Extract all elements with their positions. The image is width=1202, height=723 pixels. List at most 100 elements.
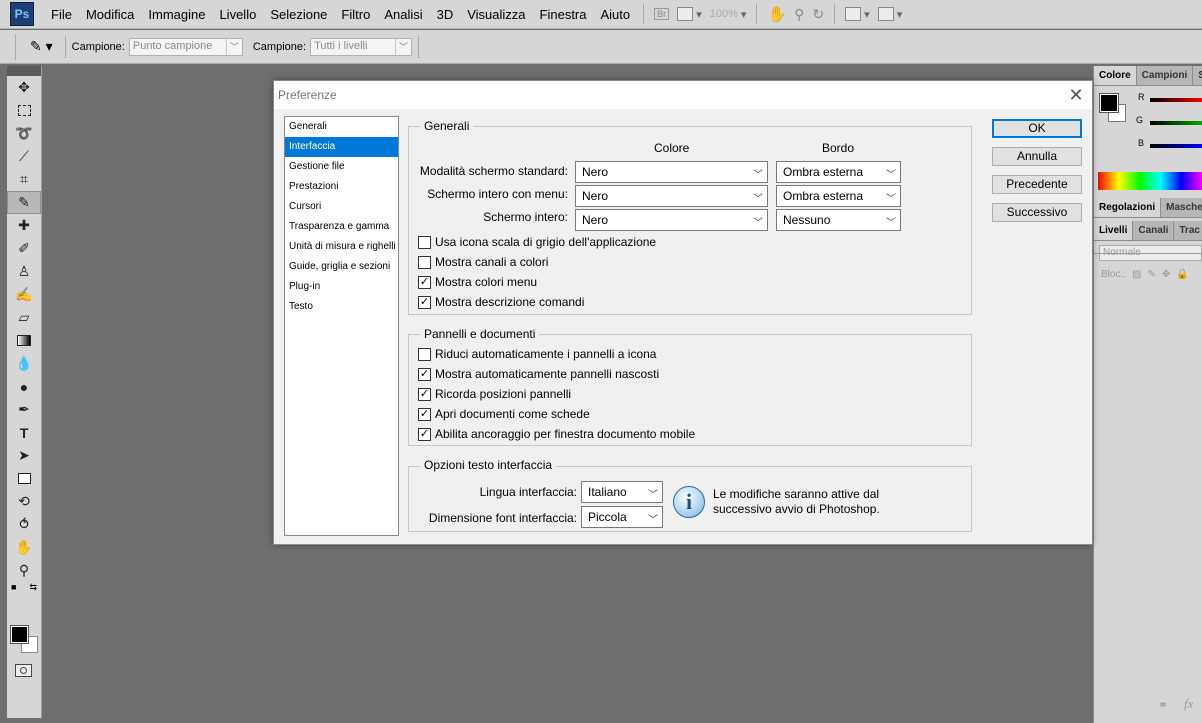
tab-maschere[interactable]: Masche	[1161, 198, 1202, 217]
eraser-tool[interactable]: ▱	[7, 306, 41, 329]
path-selection-tool[interactable]: ➤	[7, 444, 41, 467]
move-tool[interactable]: ✥	[7, 76, 41, 99]
3d-orbit-tool[interactable]: ⥀	[7, 513, 41, 536]
pen-tool[interactable]: ✒	[7, 398, 41, 421]
menu-3d[interactable]: 3D	[430, 0, 461, 29]
category-plugin[interactable]: Plug-in	[285, 277, 398, 297]
floating-docking-checkbox[interactable]: ✓ Abilita ancoraggio per finestra documen…	[418, 427, 695, 441]
view-extras-button[interactable]: ▾	[673, 0, 706, 29]
category-cursori[interactable]: Cursori	[285, 197, 398, 217]
category-trasparenza[interactable]: Trasparenza e gamma	[285, 217, 398, 237]
brush-tool[interactable]: ✐	[7, 237, 41, 260]
menu-modifica[interactable]: Modifica	[79, 0, 141, 29]
sample-layers-select[interactable]: Tutti i livelli ﹀	[310, 37, 413, 56]
menu-aiuto[interactable]: Aiuto	[594, 0, 638, 29]
3d-rotate-tool[interactable]: ⟲	[7, 490, 41, 513]
zoom-tool[interactable]: ⚲	[7, 559, 41, 582]
tab-tracciati[interactable]: Trac	[1174, 221, 1202, 240]
menu-analisi[interactable]: Analisi	[377, 0, 429, 29]
category-gestione-file[interactable]: Gestione file	[285, 157, 398, 177]
remember-panels-checkbox[interactable]: ✓ Ricorda posizioni pannelli	[418, 387, 571, 401]
menu-finestra[interactable]: Finestra	[533, 0, 594, 29]
hand-tool-button[interactable]: ✋	[763, 0, 790, 29]
quick-mask-button[interactable]	[15, 664, 32, 677]
dodge-tool[interactable]: ●	[7, 375, 41, 398]
clone-stamp-tool[interactable]: ♙	[7, 260, 41, 283]
marquee-tool[interactable]	[7, 99, 41, 122]
category-prestazioni[interactable]: Prestazioni	[285, 177, 398, 197]
tab-campioni[interactable]: Campioni	[1137, 66, 1194, 85]
category-testo[interactable]: Testo	[285, 297, 398, 317]
tools-panel-grip[interactable]	[7, 66, 41, 76]
category-generali[interactable]: Generali	[285, 117, 398, 137]
crop-tool[interactable]: ⌗	[7, 168, 41, 191]
blue-slider[interactable]	[1150, 144, 1202, 148]
next-button[interactable]: Successivo	[992, 203, 1082, 222]
tab-stili[interactable]: S	[1193, 66, 1202, 85]
sample-size-select[interactable]: Punto campione ﹀	[128, 37, 243, 56]
close-icon[interactable]: ✕	[1066, 85, 1086, 106]
default-colors-icon[interactable]: ■	[11, 582, 16, 602]
menu-colors-checkbox[interactable]: ✓ Mostra colori menu	[418, 275, 537, 289]
healing-brush-tool[interactable]: ✚	[7, 214, 41, 237]
previous-button[interactable]: Precedente	[992, 175, 1082, 194]
standard-screen-color-select[interactable]: Nero ﹀	[575, 161, 768, 183]
color-ramp[interactable]	[1098, 172, 1202, 190]
eyedropper-preset-button[interactable]: ✎ ▾	[30, 38, 53, 55]
blur-tool[interactable]: 💧	[7, 352, 41, 375]
fullscreen-menu-color-select[interactable]: Nero ﹀	[575, 185, 768, 207]
font-size-select[interactable]: Piccola ﹀	[581, 506, 663, 528]
lock-image-icon[interactable]: ✎	[1147, 269, 1155, 280]
auto-collapse-checkbox[interactable]: Riduci automaticamente i pannelli a icon…	[418, 347, 656, 361]
tab-livelli[interactable]: Livelli	[1094, 221, 1134, 240]
shape-tool[interactable]	[7, 467, 41, 490]
fullscreen-border-select[interactable]: Nessuno ﹀	[776, 209, 901, 231]
cancel-button[interactable]: Annulla	[992, 147, 1082, 166]
category-guide-griglia[interactable]: Guide, griglia e sezioni	[285, 257, 398, 277]
open-as-tabs-checkbox[interactable]: ✓ Apri documenti come schede	[418, 407, 590, 421]
menu-immagine[interactable]: Immagine	[141, 0, 212, 29]
foreground-color-chip[interactable]	[1099, 93, 1119, 113]
menu-selezione[interactable]: Selezione	[263, 0, 334, 29]
lasso-tool[interactable]: ➰	[7, 122, 41, 145]
fullscreen-menu-border-select[interactable]: Ombra esterna ﹀	[776, 185, 901, 207]
screen-mode-button[interactable]: ▾	[874, 0, 907, 29]
lock-transparency-icon[interactable]: ▨	[1132, 269, 1141, 280]
bridge-button[interactable]: Br	[650, 0, 673, 29]
gradient-tool[interactable]	[7, 329, 41, 352]
quick-selection-tool[interactable]: ⟋	[7, 145, 41, 168]
swap-colors-icon[interactable]: ⇆	[29, 582, 37, 602]
foreground-color-swatch[interactable]	[10, 625, 29, 644]
tab-colore[interactable]: Colore	[1094, 66, 1137, 85]
grayscale-icon-checkbox[interactable]: Usa icona scala di grigio dell'applicazi…	[418, 235, 656, 249]
standard-screen-border-select[interactable]: Ombra esterna ﹀	[776, 161, 901, 183]
auto-show-hidden-checkbox[interactable]: ✓ Mostra automaticamente pannelli nascost…	[418, 367, 659, 381]
lock-position-icon[interactable]: ✥	[1162, 269, 1170, 280]
tab-canali[interactable]: Canali	[1133, 221, 1175, 240]
menu-visualizza[interactable]: Visualizza	[460, 0, 532, 29]
link-layers-icon[interactable]: ⚭	[1158, 698, 1168, 712]
rotate-view-button[interactable]: ↻	[808, 0, 828, 29]
fx-button[interactable]: fx	[1184, 696, 1193, 712]
menu-file[interactable]: File	[44, 0, 79, 29]
fullscreen-color-select[interactable]: Nero ﹀	[575, 209, 768, 231]
red-slider[interactable]	[1150, 98, 1202, 102]
tooltips-checkbox[interactable]: ✓ Mostra descrizione comandi	[418, 295, 584, 309]
history-brush-tool[interactable]: ✍	[7, 283, 41, 306]
zoom-level-dropdown[interactable]: 100% ▾	[706, 0, 751, 29]
menu-filtro[interactable]: Filtro	[334, 0, 377, 29]
category-interfaccia[interactable]: Interfaccia	[285, 137, 398, 157]
channels-color-checkbox[interactable]: Mostra canali a colori	[418, 255, 548, 269]
green-slider[interactable]	[1150, 121, 1202, 125]
ok-button[interactable]: OK	[992, 119, 1082, 138]
language-select[interactable]: Italiano ﹀	[581, 481, 663, 503]
eyedropper-tool[interactable]: ✎	[7, 191, 41, 214]
arrange-documents-button[interactable]: ▾	[841, 0, 874, 29]
category-unita-misura[interactable]: Unità di misura e righelli	[285, 237, 398, 257]
menu-livello[interactable]: Livello	[212, 0, 263, 29]
type-tool[interactable]: T	[7, 421, 41, 444]
tab-regolazioni[interactable]: Regolazioni	[1094, 198, 1162, 217]
lock-all-icon[interactable]: 🔒	[1176, 269, 1188, 280]
zoom-tool-button[interactable]: ⚲	[790, 0, 808, 29]
hand-tool[interactable]: ✋	[7, 536, 41, 559]
